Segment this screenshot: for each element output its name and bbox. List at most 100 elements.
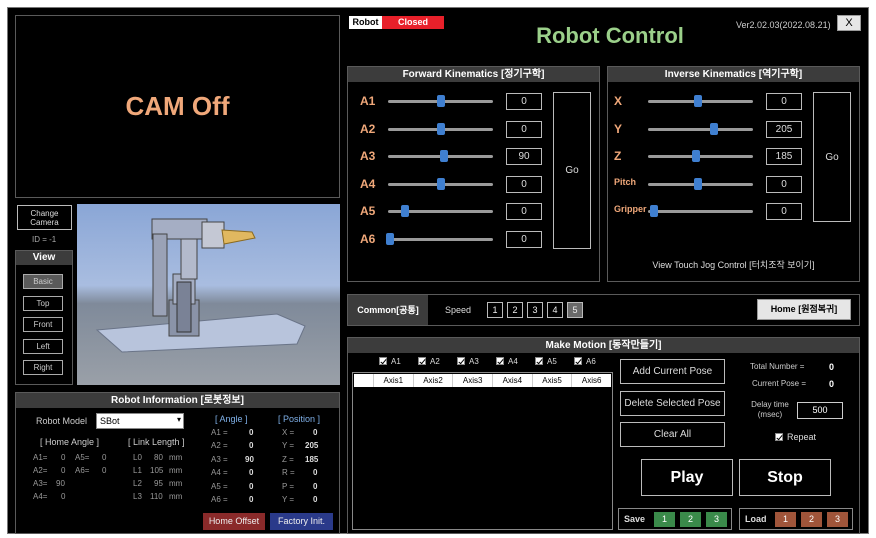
ik-slider-z[interactable]: [648, 150, 753, 162]
fk-value-a5[interactable]: 0: [506, 203, 542, 220]
position-key: X =: [282, 428, 295, 437]
slider-thumb[interactable]: [710, 122, 719, 135]
ik-slider-x[interactable]: [648, 95, 753, 107]
slider-thumb[interactable]: [436, 122, 445, 135]
axis-checkbox-a4[interactable]: [496, 357, 504, 365]
fk-value-a3[interactable]: 90: [506, 148, 542, 165]
link-value: 95: [154, 479, 163, 488]
play-button[interactable]: Play: [641, 459, 733, 496]
close-button[interactable]: X: [837, 15, 861, 31]
fk-label-a4: A4: [360, 176, 376, 191]
speed-5-button[interactable]: 5: [567, 302, 583, 318]
ik-go-button[interactable]: Go: [813, 92, 851, 222]
view-basic-button[interactable]: Basic: [23, 274, 63, 289]
axis-checkbox-a6[interactable]: [574, 357, 582, 365]
fk-slider-a1[interactable]: [388, 95, 493, 107]
axis-checkbox-label: A6: [586, 357, 596, 366]
robot-model-icon: [95, 218, 306, 353]
stop-button[interactable]: Stop: [739, 459, 831, 496]
home-angle-key: A4=: [33, 492, 48, 501]
delay-time-input[interactable]: 500: [797, 402, 843, 419]
home-angle-key: A6=: [75, 466, 90, 475]
load-slot-2-button[interactable]: 2: [801, 512, 822, 527]
fk-go-button[interactable]: Go: [553, 92, 591, 249]
ik-value-pitch[interactable]: 0: [766, 175, 802, 193]
position-value: 0: [313, 468, 318, 477]
factory-init-button[interactable]: Factory Init.: [270, 513, 333, 530]
slider-thumb[interactable]: [692, 150, 701, 162]
axis-checkbox-a2[interactable]: [418, 357, 426, 365]
angle-key: A5 =: [211, 482, 228, 491]
robot-model-select[interactable]: SBot ▾: [96, 413, 184, 429]
axis-checkbox-a5[interactable]: [535, 357, 543, 365]
slider-thumb[interactable]: [436, 95, 445, 107]
ik-slider-pitch[interactable]: [648, 177, 753, 190]
view-right-button[interactable]: Right: [23, 360, 63, 375]
slider-thumb[interactable]: [694, 95, 703, 107]
save-slot-3-button[interactable]: 3: [706, 512, 727, 527]
slider-thumb[interactable]: [694, 177, 703, 190]
speed-2-button[interactable]: 2: [507, 302, 523, 318]
load-slot-3-button[interactable]: 3: [827, 512, 848, 527]
save-slot-1-button[interactable]: 1: [654, 512, 675, 527]
axis-checkbox-label: A5: [547, 357, 557, 366]
view-top-button[interactable]: Top: [23, 296, 63, 311]
fk-slider-a2[interactable]: [388, 122, 493, 135]
home-angle-value: 0: [61, 453, 66, 462]
speed-1-button[interactable]: 1: [487, 302, 503, 318]
speed-4-button[interactable]: 4: [547, 302, 563, 318]
touch-jog-link[interactable]: View Touch Jog Control [터치조작 보이기]: [607, 258, 860, 271]
column-header-axis5: Axis5: [531, 374, 572, 387]
view-front-button[interactable]: Front: [23, 317, 63, 332]
slider-thumb[interactable]: [650, 205, 659, 217]
version-text: Ver2.02.03(2022.08.21): [736, 20, 831, 30]
slider-thumb[interactable]: [400, 205, 409, 217]
ik-value-gripper[interactable]: 0: [766, 203, 802, 220]
ik-value-z[interactable]: 185: [766, 148, 802, 165]
fk-slider-a4[interactable]: [388, 177, 493, 190]
link-unit: mm: [169, 479, 183, 488]
ik-value-x[interactable]: 0: [766, 93, 802, 110]
total-number-label: Total Number =: [750, 362, 805, 371]
home-offset-button[interactable]: Home Offset: [203, 513, 265, 530]
clear-all-button[interactable]: Clear All: [620, 422, 725, 447]
fk-slider-a5[interactable]: [388, 205, 493, 217]
home-button[interactable]: Home [원점복귀]: [757, 299, 851, 320]
angle-value: 0: [249, 468, 254, 477]
home-angle-value: 90: [56, 479, 65, 488]
ik-slider-gripper[interactable]: [648, 205, 753, 217]
home-angle-key: A1=: [33, 453, 48, 462]
fk-slider-a3[interactable]: [388, 150, 493, 162]
link-key: L2: [133, 479, 142, 488]
column-header-axis3: Axis3: [452, 374, 492, 387]
ik-label-z: Z: [614, 149, 622, 163]
slider-thumb[interactable]: [439, 150, 448, 162]
robot-3d-viewport[interactable]: [77, 204, 340, 385]
view-left-button[interactable]: Left: [23, 339, 63, 354]
speed-3-button[interactable]: 3: [527, 302, 543, 318]
change-camera-button[interactable]: Change Camera: [17, 205, 72, 230]
slider-thumb[interactable]: [436, 177, 445, 190]
delete-selected-pose-button[interactable]: Delete Selected Pose: [620, 391, 725, 416]
pose-table[interactable]: Axis1 Axis2 Axis3 Axis4 Axis5 Axis6: [352, 372, 613, 530]
load-slot-1-button[interactable]: 1: [775, 512, 796, 527]
angle-value: 0: [249, 428, 254, 437]
fk-slider-a6[interactable]: [386, 232, 493, 245]
axis-checkbox-a3[interactable]: [457, 357, 465, 365]
fk-value-a6[interactable]: 0: [506, 230, 542, 248]
save-label: Save: [624, 514, 646, 524]
position-key: Y =: [282, 441, 295, 450]
position-value: 0: [313, 428, 318, 437]
axis-checkbox-a1[interactable]: [379, 357, 387, 365]
add-current-pose-button[interactable]: Add Current Pose: [620, 359, 725, 384]
fk-value-a4[interactable]: 0: [506, 175, 542, 193]
ik-value-y[interactable]: 205: [766, 120, 802, 138]
fk-value-a1[interactable]: 0: [506, 93, 542, 110]
ik-slider-y[interactable]: [648, 122, 753, 135]
fk-value-a2[interactable]: 0: [506, 120, 542, 138]
home-angle-key: A2=: [33, 466, 48, 475]
slider-thumb[interactable]: [386, 232, 395, 245]
repeat-checkbox[interactable]: [775, 433, 783, 441]
home-angle-value: 0: [102, 453, 107, 462]
save-slot-2-button[interactable]: 2: [680, 512, 701, 527]
